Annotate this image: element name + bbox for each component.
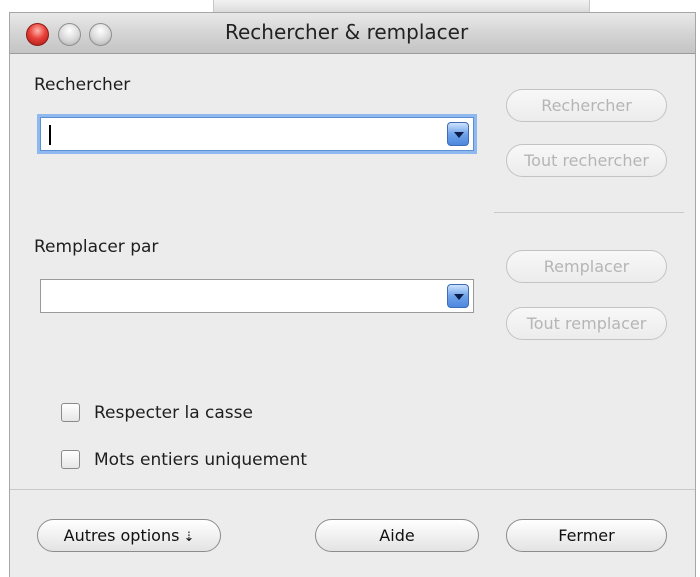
search-all-button[interactable]: Tout rechercher (506, 144, 667, 177)
find-label: Rechercher (34, 75, 131, 95)
find-combobox[interactable] (40, 117, 474, 151)
match-case-checkbox[interactable] (61, 403, 80, 422)
more-options-label: Autres options (63, 526, 180, 545)
whole-words-label: Mots entiers uniquement (94, 450, 308, 470)
replace-input[interactable] (47, 284, 451, 310)
close-window-icon[interactable] (26, 23, 49, 46)
match-case-label: Respecter la casse (94, 403, 253, 423)
window-title: Rechercher & remplacer (225, 20, 469, 44)
more-options-button[interactable]: Autres options ⇣ (37, 519, 221, 552)
find-dropdown-arrow-icon[interactable] (447, 122, 469, 146)
help-button[interactable]: Aide (315, 519, 479, 552)
section-divider (494, 212, 684, 213)
close-button[interactable]: Fermer (506, 519, 667, 552)
find-replace-dialog: Rechercher & remplacer Rechercher Recher… (10, 13, 695, 577)
expand-arrows-icon: ⇣ (183, 530, 195, 545)
background-window-strip (213, 0, 590, 13)
replace-all-button[interactable]: Tout remplacer (506, 307, 667, 340)
replace-button[interactable]: Remplacer (506, 250, 667, 283)
whole-words-checkbox[interactable] (61, 450, 80, 469)
replace-dropdown-arrow-icon[interactable] (447, 284, 469, 308)
replace-combobox[interactable] (40, 279, 474, 313)
footer-divider (10, 489, 695, 490)
zoom-window-icon[interactable] (89, 23, 112, 46)
search-button[interactable]: Rechercher (506, 89, 667, 122)
title-bar[interactable]: Rechercher & remplacer (10, 13, 695, 54)
minimize-window-icon[interactable] (58, 23, 81, 46)
replace-label: Remplacer par (34, 237, 159, 257)
find-input[interactable] (47, 122, 451, 148)
